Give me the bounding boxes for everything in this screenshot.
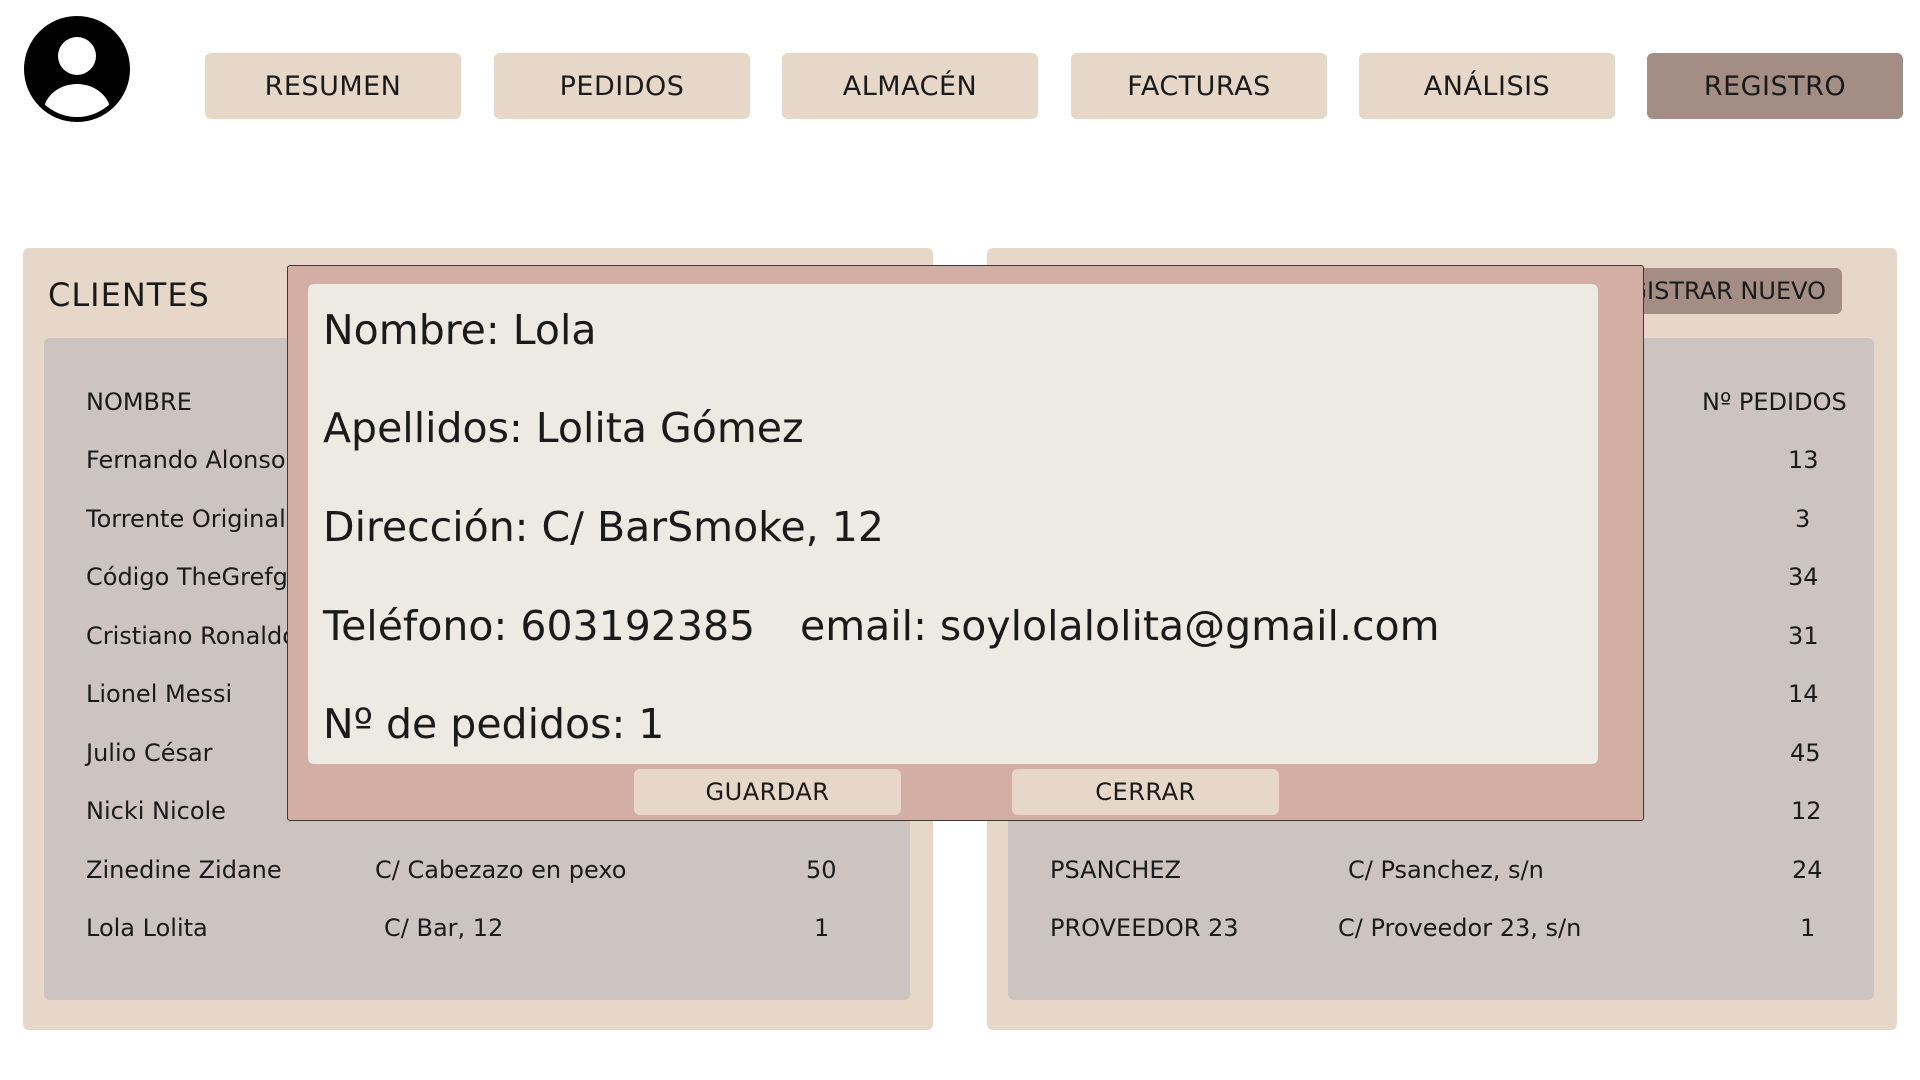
column-header-orders: Nº PEDIDOS (1702, 388, 1847, 416)
clients-title: CLIENTES (48, 276, 210, 314)
client-detail-modal: Nombre: Lola Apellidos: Lolita Gómez Dir… (287, 265, 1644, 821)
close-button[interactable]: CERRAR (1012, 769, 1279, 815)
supplier-orders: 1 (1800, 914, 1816, 942)
client-name[interactable]: Nicki Nicole (86, 797, 226, 825)
detail-email: email: soylolalolita@gmail.com (800, 602, 1440, 650)
supplier-address: C/ Psanchez, s/n (1348, 856, 1544, 884)
save-button[interactable]: GUARDAR (634, 769, 901, 815)
supplier-orders: 34 (1788, 563, 1819, 591)
client-name[interactable]: Julio César (86, 739, 213, 767)
client-detail-body: Nombre: Lola Apellidos: Lolita Gómez Dir… (308, 284, 1598, 764)
supplier-orders: 12 (1791, 797, 1822, 825)
client-name[interactable]: Cristiano Ronaldo (86, 622, 297, 650)
column-header-name: NOMBRE (86, 388, 192, 416)
client-name[interactable]: Zinedine Zidane (86, 856, 282, 884)
nav-facturas[interactable]: FACTURAS (1071, 53, 1327, 119)
supplier-name[interactable]: PROVEEDOR 23 (1050, 914, 1239, 942)
nav-analisis[interactable]: ANÁLISIS (1359, 53, 1615, 119)
detail-apellidos: Apellidos: Lolita Gómez (323, 404, 804, 452)
client-name[interactable]: Lola Lolita (86, 914, 208, 942)
client-orders: 1 (814, 914, 830, 942)
client-name[interactable]: Torrente Original (86, 505, 286, 533)
detail-direccion: Dirección: C/ BarSmoke, 12 (323, 503, 884, 551)
client-name[interactable]: Fernando Alonso (86, 446, 286, 474)
nav-registro[interactable]: REGISTRO (1647, 53, 1903, 119)
supplier-orders: 45 (1790, 739, 1821, 767)
nav-pedidos[interactable]: PEDIDOS (494, 53, 750, 119)
supplier-address: C/ Proveedor 23, s/n (1338, 914, 1582, 942)
supplier-name[interactable]: PSANCHEZ (1050, 856, 1181, 884)
client-name[interactable]: Lionel Messi (86, 680, 232, 708)
client-address: C/ Cabezazo en pexo (375, 856, 627, 884)
supplier-orders: 14 (1788, 680, 1819, 708)
supplier-orders: 31 (1788, 622, 1819, 650)
client-name[interactable]: Código TheGrefg (86, 563, 288, 591)
detail-pedidos: Nº de pedidos: 1 (323, 700, 665, 748)
client-orders: 50 (806, 856, 837, 884)
supplier-orders: 24 (1792, 856, 1823, 884)
user-avatar-icon[interactable] (22, 14, 132, 124)
nav-resumen[interactable]: RESUMEN (205, 53, 461, 119)
supplier-orders: 3 (1795, 505, 1811, 533)
supplier-orders: 13 (1788, 446, 1819, 474)
detail-telefono: Teléfono: 603192385 (323, 602, 756, 650)
detail-nombre: Nombre: Lola (323, 306, 597, 354)
nav-almacen[interactable]: ALMACÉN (782, 53, 1038, 119)
client-address: C/ Bar, 12 (384, 914, 504, 942)
